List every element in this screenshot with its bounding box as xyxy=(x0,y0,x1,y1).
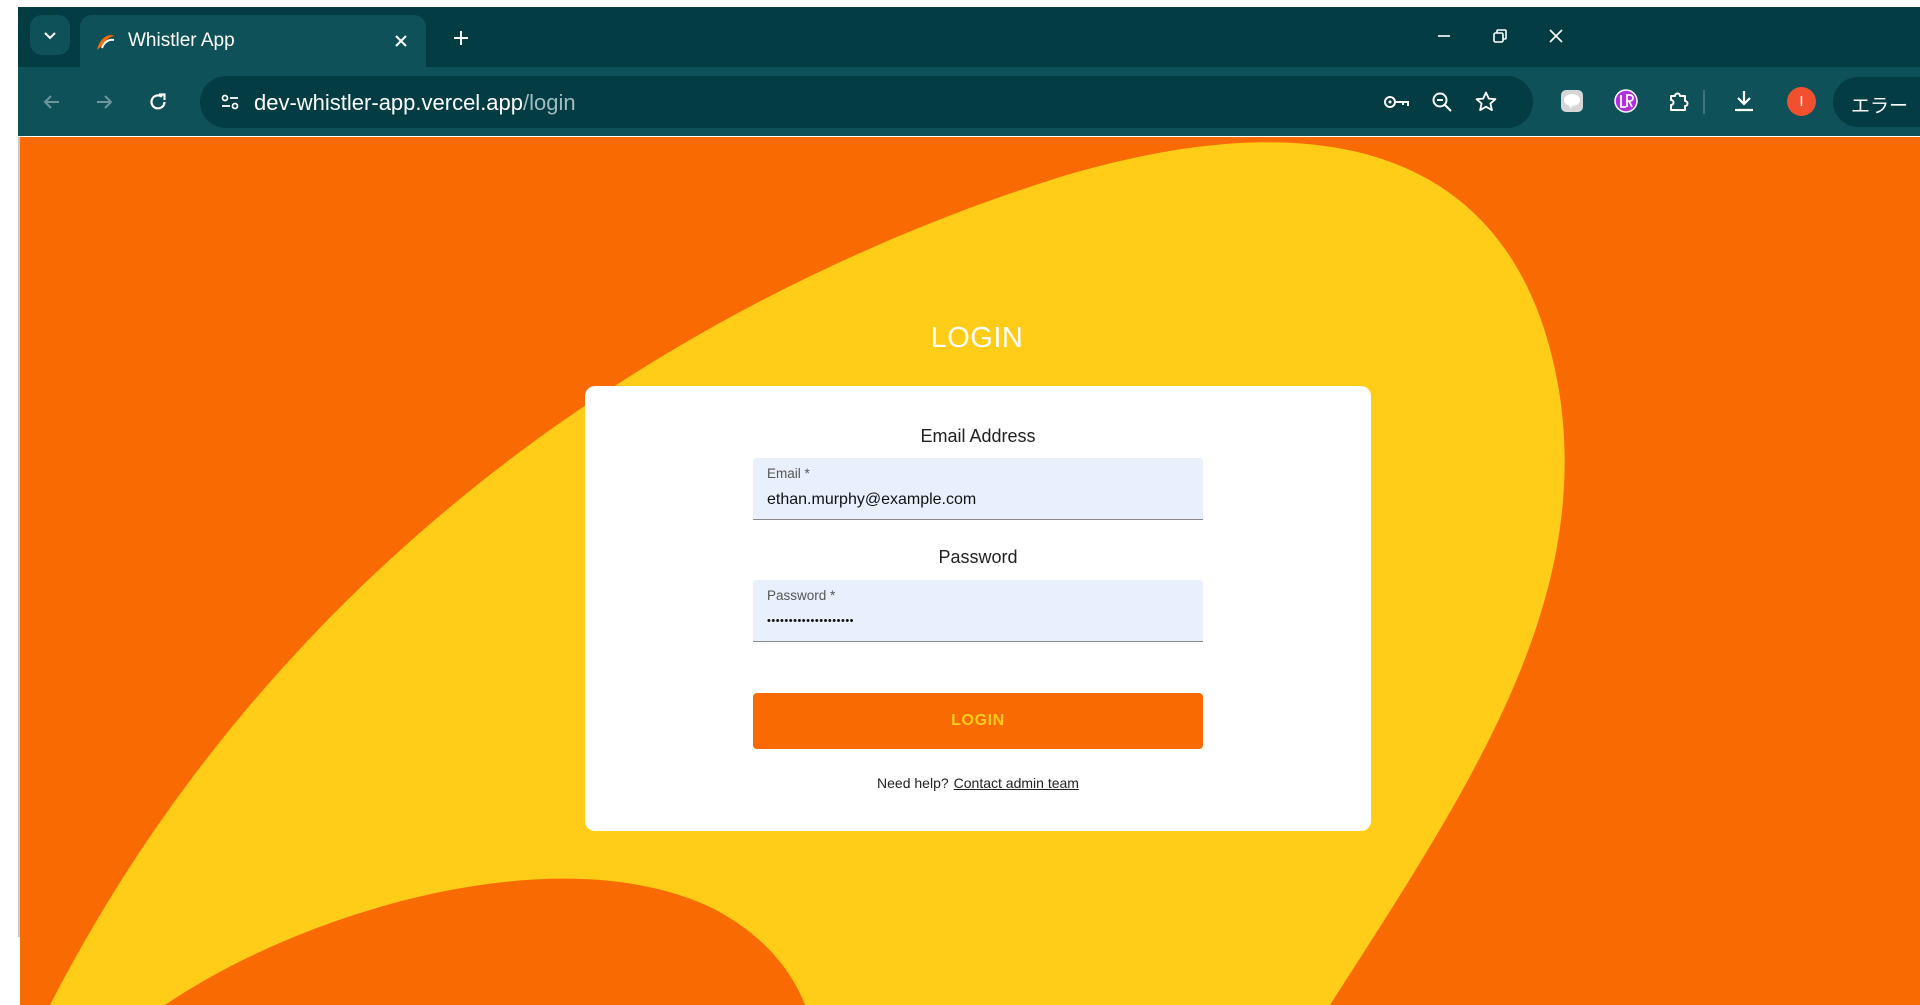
site-info-button[interactable] xyxy=(214,86,246,118)
restore-icon xyxy=(1493,29,1507,43)
key-icon xyxy=(1384,96,1409,108)
help-text: Need help? Contact admin team xyxy=(585,775,1371,791)
address-bar[interactable]: dev-whistler-app.vercel.app/login xyxy=(200,76,1533,128)
lr-extension-button[interactable] xyxy=(1608,83,1644,119)
tab-title: Whistler App xyxy=(128,30,235,51)
page-title: LOGIN xyxy=(930,322,1024,354)
plus-icon xyxy=(454,31,468,45)
profile-avatar[interactable]: I xyxy=(1787,87,1816,116)
line-extension-button[interactable] xyxy=(1554,83,1590,119)
restore-button[interactable] xyxy=(1482,19,1518,53)
login-card: Email Address Email * ethan.murphy@examp… xyxy=(585,386,1371,831)
email-field-value: ethan.murphy@example.com xyxy=(767,491,977,508)
close-icon xyxy=(1549,29,1563,43)
downloads-button[interactable] xyxy=(1726,83,1762,119)
login-button[interactable]: LOGIN xyxy=(753,693,1203,749)
reload-button[interactable] xyxy=(140,84,176,120)
menu-button[interactable] xyxy=(1913,89,1920,115)
url-path: /login xyxy=(523,90,576,115)
toolbar-divider xyxy=(1703,90,1705,114)
browser-toolbar: dev-whistler-app.vercel.app/login I エラー xyxy=(18,67,1920,136)
page-viewport: LOGIN Email Address Email * ethan.murphy… xyxy=(20,137,1920,1005)
close-window-button[interactable] xyxy=(1538,19,1574,53)
email-field-label: Email * xyxy=(767,466,810,481)
minimize-button[interactable] xyxy=(1426,19,1462,53)
password-key-button[interactable] xyxy=(1381,86,1413,118)
tune-icon xyxy=(221,94,239,110)
arrow-right-icon xyxy=(97,95,113,109)
chat-bubble-icon xyxy=(1561,90,1583,112)
help-prefix: Need help? xyxy=(877,775,949,791)
chevron-down-icon xyxy=(44,32,56,40)
tab-search-button[interactable] xyxy=(30,15,70,55)
bookmark-button[interactable] xyxy=(1470,86,1502,118)
url-host: dev-whistler-app.vercel.app xyxy=(254,90,524,115)
star-icon xyxy=(1475,91,1497,111)
email-field[interactable]: Email * ethan.murphy@example.com xyxy=(753,458,1203,520)
url-text: dev-whistler-app.vercel.app/login xyxy=(254,90,576,116)
puzzle-icon xyxy=(1670,92,1689,111)
back-button[interactable] xyxy=(34,84,70,120)
reload-icon xyxy=(150,93,166,110)
password-section-label: Password xyxy=(938,547,1018,567)
lr-logo-icon xyxy=(1614,89,1638,113)
arrow-left-icon xyxy=(43,95,59,109)
forward-button[interactable] xyxy=(86,84,122,120)
zoom-out-icon xyxy=(1432,92,1452,112)
browser-tab-strip: Whistler App xyxy=(18,7,1920,67)
email-section-label: Email Address xyxy=(920,426,1036,446)
close-icon xyxy=(395,35,407,47)
profile-error-button[interactable]: エラー xyxy=(1833,77,1920,127)
error-label: エラー xyxy=(1851,96,1909,117)
new-tab-button[interactable] xyxy=(444,21,478,55)
password-field-label: Password * xyxy=(767,588,836,603)
contact-admin-link[interactable]: Contact admin team xyxy=(954,775,1079,791)
download-icon xyxy=(1735,91,1753,112)
minimize-icon xyxy=(1438,35,1450,37)
password-field[interactable]: Password * •••••••••••••••••••• xyxy=(753,580,1203,642)
whistler-logo-icon xyxy=(97,35,115,50)
password-field-value: •••••••••••••••••••• xyxy=(767,615,855,627)
zoom-button[interactable] xyxy=(1426,86,1458,118)
extensions-button[interactable] xyxy=(1661,83,1697,119)
tab-whistler-app[interactable]: Whistler App xyxy=(80,15,426,67)
tab-close-button[interactable] xyxy=(388,28,414,54)
